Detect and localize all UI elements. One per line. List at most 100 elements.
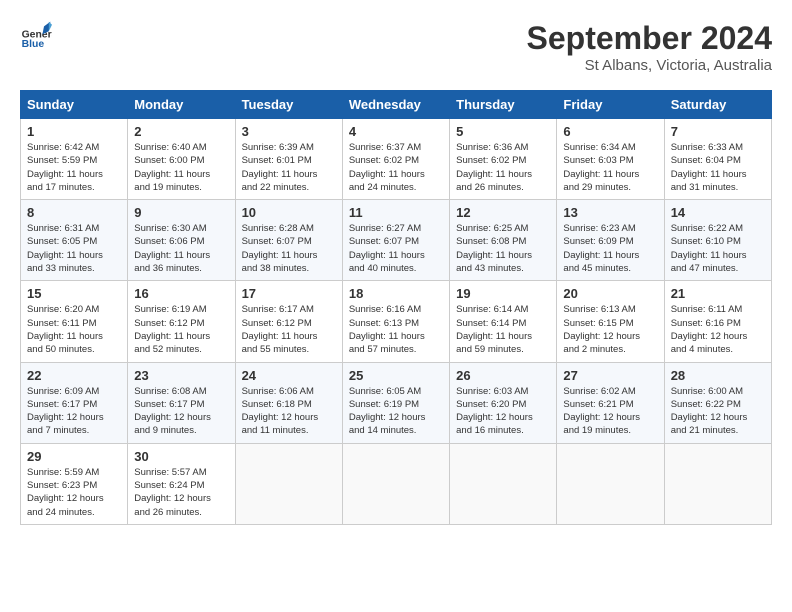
calendar-cell: 6 Sunrise: 6:34 AM Sunset: 6:03 PM Daylig… xyxy=(557,119,664,200)
calendar-week-1: 1 Sunrise: 6:42 AM Sunset: 5:59 PM Daylig… xyxy=(21,119,772,200)
calendar-cell: 2 Sunrise: 6:40 AM Sunset: 6:00 PM Daylig… xyxy=(128,119,235,200)
day-info: Sunrise: 6:11 AM Sunset: 6:16 PM Dayligh… xyxy=(671,303,765,356)
calendar-cell: 9Sunrise: 6:30 AM Sunset: 6:06 PM Daylig… xyxy=(128,200,235,281)
day-number: 6 xyxy=(563,124,657,139)
day-number: 30 xyxy=(134,449,228,464)
day-info: Sunrise: 6:00 AM Sunset: 6:22 PM Dayligh… xyxy=(671,385,765,438)
calendar-cell: 14 Sunrise: 6:22 AM Sunset: 6:10 PM Dayli… xyxy=(664,200,771,281)
day-info: Sunrise: 6:16 AM Sunset: 6:13 PM Dayligh… xyxy=(349,303,443,356)
svg-text:Blue: Blue xyxy=(22,39,45,50)
day-info: Sunrise: 6:37 AM Sunset: 6:02 PM Dayligh… xyxy=(349,141,443,194)
day-info: Sunrise: 5:57 AM Sunset: 6:24 PM Dayligh… xyxy=(134,466,228,519)
day-number: 2 xyxy=(134,124,228,139)
calendar-cell: 29Sunrise: 5:59 AM Sunset: 6:23 PM Dayli… xyxy=(21,443,128,524)
calendar-cell: 23 Sunrise: 6:08 AM Sunset: 6:17 PM Dayli… xyxy=(128,362,235,443)
calendar-cell: 25Sunrise: 6:05 AM Sunset: 6:19 PM Dayli… xyxy=(342,362,449,443)
day-info: Sunrise: 6:19 AM Sunset: 6:12 PM Dayligh… xyxy=(134,303,228,356)
calendar-cell: 16 Sunrise: 6:19 AM Sunset: 6:12 PM Dayli… xyxy=(128,281,235,362)
day-number: 10 xyxy=(242,205,336,220)
day-number: 29 xyxy=(27,449,121,464)
calendar-cell: 30 Sunrise: 5:57 AM Sunset: 6:24 PM Dayli… xyxy=(128,443,235,524)
calendar-cell: 8Sunrise: 6:31 AM Sunset: 6:05 PM Daylig… xyxy=(21,200,128,281)
weekday-header-friday: Friday xyxy=(557,91,664,119)
calendar-cell xyxy=(450,443,557,524)
day-info: Sunrise: 6:28 AM Sunset: 6:07 PM Dayligh… xyxy=(242,222,336,275)
page-header: General Blue September 2024 St Albans, V… xyxy=(20,20,772,74)
calendar-cell: 19Sunrise: 6:14 AM Sunset: 6:14 PM Dayli… xyxy=(450,281,557,362)
day-number: 21 xyxy=(671,286,765,301)
day-number: 13 xyxy=(563,205,657,220)
day-info: Sunrise: 6:09 AM Sunset: 6:17 PM Dayligh… xyxy=(27,385,121,438)
day-info: Sunrise: 6:08 AM Sunset: 6:17 PM Dayligh… xyxy=(134,385,228,438)
day-info: Sunrise: 6:40 AM Sunset: 6:00 PM Dayligh… xyxy=(134,141,228,194)
day-number: 15 xyxy=(27,286,121,301)
calendar-cell: 5 Sunrise: 6:36 AM Sunset: 6:02 PM Daylig… xyxy=(450,119,557,200)
day-info: Sunrise: 6:25 AM Sunset: 6:08 PM Dayligh… xyxy=(456,222,550,275)
day-number: 24 xyxy=(242,368,336,383)
calendar-cell xyxy=(557,443,664,524)
weekday-header-thursday: Thursday xyxy=(450,91,557,119)
calendar-cell xyxy=(342,443,449,524)
day-number: 7 xyxy=(671,124,765,139)
calendar-cell: 1 Sunrise: 6:42 AM Sunset: 5:59 PM Daylig… xyxy=(21,119,128,200)
calendar-cell: 13 Sunrise: 6:23 AM Sunset: 6:09 PM Dayli… xyxy=(557,200,664,281)
day-info: Sunrise: 6:36 AM Sunset: 6:02 PM Dayligh… xyxy=(456,141,550,194)
weekday-header-sunday: Sunday xyxy=(21,91,128,119)
day-info: Sunrise: 6:33 AM Sunset: 6:04 PM Dayligh… xyxy=(671,141,765,194)
day-info: Sunrise: 6:03 AM Sunset: 6:20 PM Dayligh… xyxy=(456,385,550,438)
day-info: Sunrise: 6:42 AM Sunset: 5:59 PM Dayligh… xyxy=(27,141,121,194)
page-subtitle: St Albans, Victoria, Australia xyxy=(527,57,772,74)
day-info: Sunrise: 6:20 AM Sunset: 6:11 PM Dayligh… xyxy=(27,303,121,356)
day-number: 17 xyxy=(242,286,336,301)
calendar-cell xyxy=(664,443,771,524)
page-title: September 2024 xyxy=(527,20,772,57)
day-info: Sunrise: 6:23 AM Sunset: 6:09 PM Dayligh… xyxy=(563,222,657,275)
calendar-cell: 22 Sunrise: 6:09 AM Sunset: 6:17 PM Dayli… xyxy=(21,362,128,443)
day-number: 14 xyxy=(671,205,765,220)
day-info: Sunrise: 6:27 AM Sunset: 6:07 PM Dayligh… xyxy=(349,222,443,275)
calendar-cell: 28 Sunrise: 6:00 AM Sunset: 6:22 PM Dayli… xyxy=(664,362,771,443)
calendar-cell: 3 Sunrise: 6:39 AM Sunset: 6:01 PM Daylig… xyxy=(235,119,342,200)
day-number: 19 xyxy=(456,286,550,301)
day-info: Sunrise: 6:39 AM Sunset: 6:01 PM Dayligh… xyxy=(242,141,336,194)
day-number: 28 xyxy=(671,368,765,383)
calendar-cell: 17 Sunrise: 6:17 AM Sunset: 6:12 PM Dayli… xyxy=(235,281,342,362)
day-info: Sunrise: 6:30 AM Sunset: 6:06 PM Dayligh… xyxy=(134,222,228,275)
day-info: Sunrise: 6:34 AM Sunset: 6:03 PM Dayligh… xyxy=(563,141,657,194)
calendar-week-4: 22 Sunrise: 6:09 AM Sunset: 6:17 PM Dayli… xyxy=(21,362,772,443)
weekday-header-wednesday: Wednesday xyxy=(342,91,449,119)
day-number: 22 xyxy=(27,368,121,383)
calendar-cell: 11 Sunrise: 6:27 AM Sunset: 6:07 PM Dayli… xyxy=(342,200,449,281)
day-number: 18 xyxy=(349,286,443,301)
day-number: 4 xyxy=(349,124,443,139)
title-block: September 2024 St Albans, Victoria, Aust… xyxy=(527,20,772,74)
calendar-cell: 18 Sunrise: 6:16 AM Sunset: 6:13 PM Dayli… xyxy=(342,281,449,362)
weekday-header-monday: Monday xyxy=(128,91,235,119)
day-number: 1 xyxy=(27,124,121,139)
day-number: 5 xyxy=(456,124,550,139)
day-number: 23 xyxy=(134,368,228,383)
calendar-cell: 21 Sunrise: 6:11 AM Sunset: 6:16 PM Dayli… xyxy=(664,281,771,362)
day-info: Sunrise: 6:31 AM Sunset: 6:05 PM Dayligh… xyxy=(27,222,121,275)
day-number: 16 xyxy=(134,286,228,301)
calendar-cell: 27 Sunrise: 6:02 AM Sunset: 6:21 PM Dayli… xyxy=(557,362,664,443)
calendar-cell: 10 Sunrise: 6:28 AM Sunset: 6:07 PM Dayli… xyxy=(235,200,342,281)
day-number: 27 xyxy=(563,368,657,383)
calendar-cell: 4 Sunrise: 6:37 AM Sunset: 6:02 PM Daylig… xyxy=(342,119,449,200)
day-number: 3 xyxy=(242,124,336,139)
calendar-cell: 26 Sunrise: 6:03 AM Sunset: 6:20 PM Dayli… xyxy=(450,362,557,443)
day-number: 25 xyxy=(349,368,443,383)
day-info: Sunrise: 6:17 AM Sunset: 6:12 PM Dayligh… xyxy=(242,303,336,356)
calendar-cell: 15 Sunrise: 6:20 AM Sunset: 6:11 PM Dayli… xyxy=(21,281,128,362)
day-info: Sunrise: 6:02 AM Sunset: 6:21 PM Dayligh… xyxy=(563,385,657,438)
logo: General Blue xyxy=(20,20,52,52)
day-number: 11 xyxy=(349,205,443,220)
calendar-cell: 24 Sunrise: 6:06 AM Sunset: 6:18 PM Dayli… xyxy=(235,362,342,443)
calendar-table: SundayMondayTuesdayWednesdayThursdayFrid… xyxy=(20,90,772,525)
day-number: 20 xyxy=(563,286,657,301)
day-number: 26 xyxy=(456,368,550,383)
day-info: Sunrise: 6:13 AM Sunset: 6:15 PM Dayligh… xyxy=(563,303,657,356)
calendar-cell: 12Sunrise: 6:25 AM Sunset: 6:08 PM Dayli… xyxy=(450,200,557,281)
day-info: Sunrise: 6:22 AM Sunset: 6:10 PM Dayligh… xyxy=(671,222,765,275)
day-info: Sunrise: 6:06 AM Sunset: 6:18 PM Dayligh… xyxy=(242,385,336,438)
